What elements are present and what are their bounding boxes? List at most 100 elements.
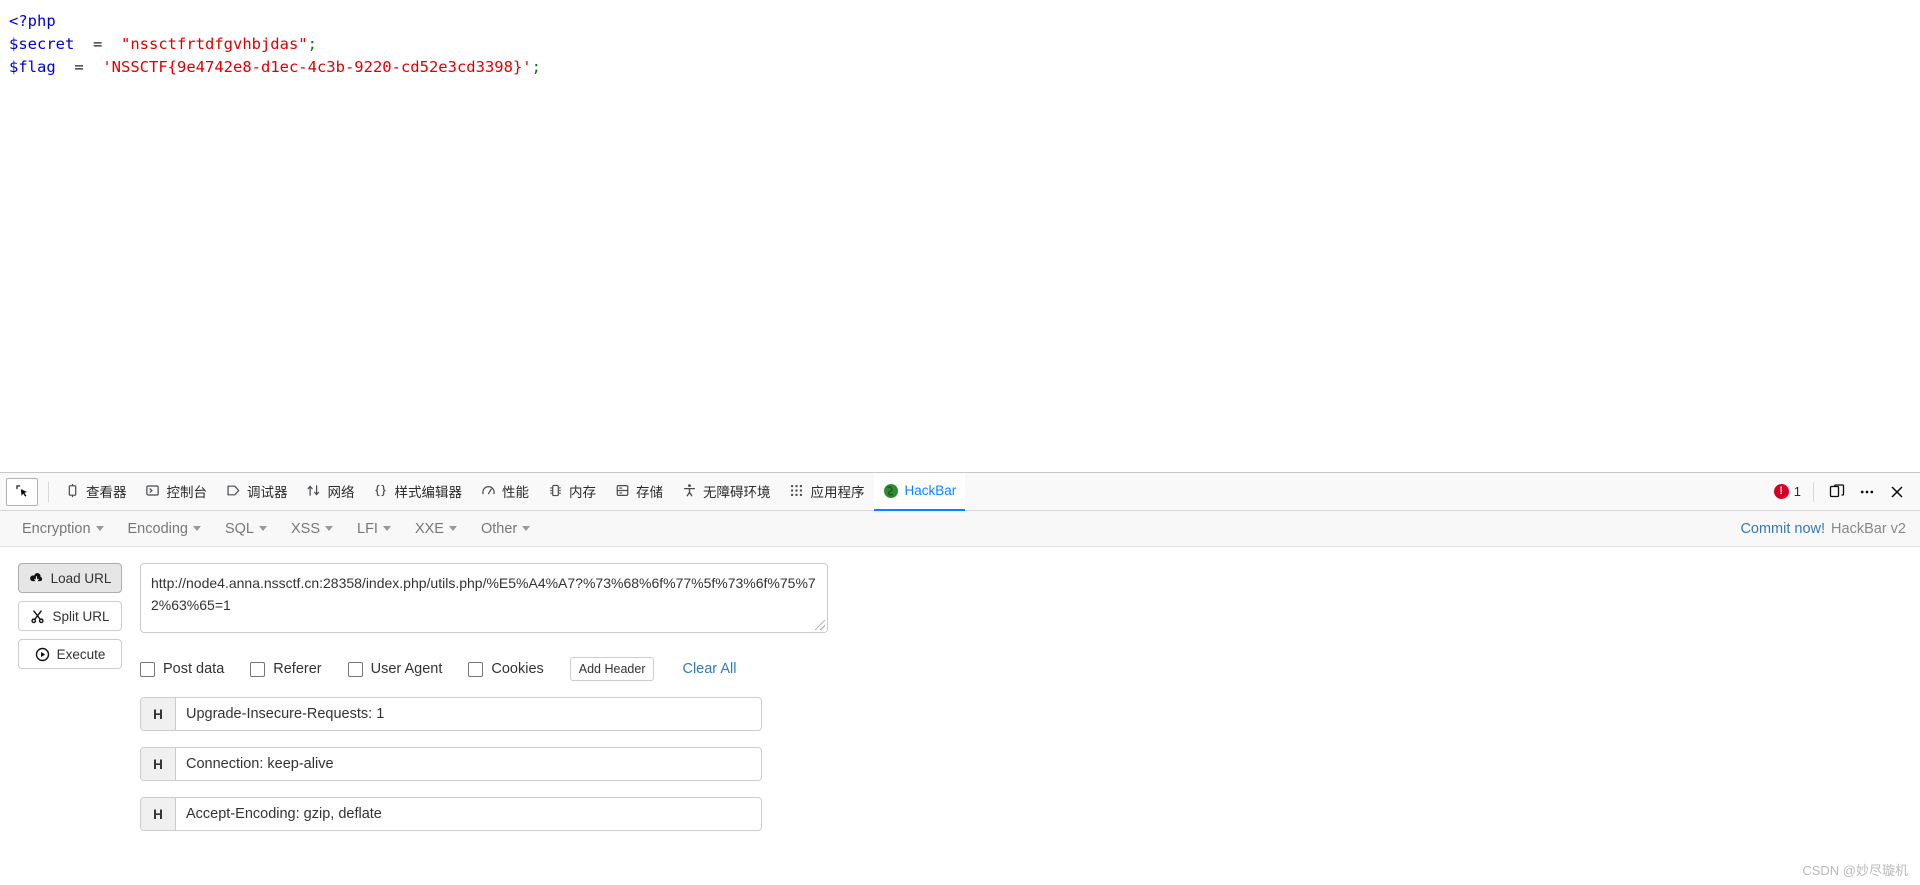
checkbox-box[interactable] [140,661,155,677]
chevron-down-icon [448,526,457,531]
memory-icon [547,483,563,499]
code-token: ; [531,58,541,76]
code-token: "nssctfrtdfgvhbjdas" [121,35,308,53]
checkbox-box[interactable] [468,661,484,677]
header-type-tag: H [141,798,176,830]
devtools-tab-style-editor[interactable]: 样式编辑器 [364,473,472,511]
devtools-tab-network[interactable]: 网络 [297,473,364,511]
chevron-down-icon [522,526,531,531]
header-value-input[interactable]: Upgrade-Insecure-Requests: 1 [176,698,761,730]
devtools-tab-debugger[interactable]: 调试器 [216,473,297,511]
code-line: $secret = "nssctfrtdfgvhbjdas"; [9,33,1920,56]
hackbar-panel: Encryption Encoding SQL XSS LFI XXE Other Comm… [0,511,1920,885]
error-count-badge[interactable]: ! 1 [1773,484,1801,499]
hackbar-brand: Commit now! HackBar v2 [1740,521,1906,537]
application-icon [789,483,805,499]
devtools-tab-accessibility[interactable]: 无障碍环境 [672,473,780,511]
code-token: $secret [9,35,75,53]
execute-label: Execute [56,646,106,662]
hackbar-action-buttons: Load URL Split URL Execute [18,563,122,847]
checkbox-cookies[interactable]: Cookies [468,661,544,677]
header-value-input[interactable]: Connection: keep-alive [176,748,761,780]
devtools-tab-hackbar[interactable]: HackBar [873,472,966,511]
watermark-text: CSDN @妙尽璇机 [1802,863,1908,878]
code-token: <?php [9,12,56,30]
add-header-button[interactable]: Add Header [569,657,655,681]
hackbar-menu-xss[interactable]: XSS [279,517,345,541]
more-options-icon[interactable] [1854,479,1880,505]
devtools-tab-label: 调试器 [247,484,288,500]
checkbox-user-agent[interactable]: User Agent [347,661,442,677]
header-row[interactable]: H Connection: keep-alive [140,747,762,781]
hackbar-menu-encryption[interactable]: Encryption [10,517,116,541]
toolbar-divider [48,481,49,502]
devtools-toolbar-right: ! 1 [1773,479,1914,505]
hackbar-version-label: HackBar v2 [1831,520,1906,537]
devtools-tab-label: 无障碍环境 [703,484,771,500]
hackbar-menu-sql[interactable]: SQL [213,517,279,541]
header-value-input[interactable]: Accept-Encoding: gzip, deflate [176,798,761,830]
header-type-tag: H [141,698,176,730]
hackbar-menu-encoding[interactable]: Encoding [116,517,213,541]
load-url-button[interactable]: Load URL [18,563,122,593]
network-icon [306,483,322,499]
code-token: $flag [9,58,56,76]
devtools-tab-label: 样式编辑器 [394,484,463,500]
devtools-tab-console[interactable]: 控制台 [136,473,217,511]
page-content-area: <?php $secret = "nssctfrtdfgvhbjdas"; $fla… [0,0,1920,472]
execute-button[interactable]: Execute [18,639,122,669]
scissors-icon [30,609,45,624]
devtools-tab-application[interactable]: 应用程序 [780,473,874,511]
checkbox-box[interactable] [347,661,363,677]
debugger-icon [225,483,241,499]
checkbox-box[interactable] [250,661,266,677]
clear-all-link[interactable]: Clear All [682,661,736,677]
close-icon[interactable] [1884,479,1910,505]
chevron-down-icon [382,526,391,531]
devtools-panel: 查看器 控制台 调试器 网络 样式编辑器 性能 内存 存储 无障碍环境 应用程序 HackBar !… [0,472,1920,885]
code-token: = [55,58,103,76]
console-icon [145,483,161,499]
hackbar-menu-label: SQL [224,520,254,537]
devtools-tab-list: 查看器 控制台 调试器 网络 样式编辑器 性能 内存 存储 无障碍环境 应用程序 HackBar [55,472,1774,511]
php-source-code: <?php $secret = "nssctfrtdfgvhbjdas"; $fla… [0,0,1920,79]
devtools-toolbar: 查看器 控制台 调试器 网络 样式编辑器 性能 内存 存储 无障碍环境 应用程序 HackBar !… [0,472,1920,511]
devtools-tab-storage[interactable]: 存储 [605,473,672,511]
header-row[interactable]: H Accept-Encoding: gzip, deflate [140,797,762,831]
devtools-tab-label: HackBar [904,483,957,498]
devtools-tab-label: 查看器 [86,484,127,500]
hackbar-options-row: Post data Referer User Agent Cookies Add He… [140,657,1920,681]
checkbox-referer[interactable]: Referer [250,661,322,677]
devtools-tab-performance[interactable]: 性能 [471,473,538,511]
error-circle-icon: ! [1773,484,1789,499]
storage-icon [614,483,630,499]
code-token: = [74,35,121,53]
code-token: 'NSSCTF{9e4742e8-d1ec-4c3b-9220-cd52e3cd… [102,58,532,76]
browser-window: <?php $secret = "nssctfrtdfgvhbjdas"; $fla… [0,0,1920,885]
chevron-down-icon [325,526,334,531]
split-url-button[interactable]: Split URL [18,601,122,631]
checkbox-label: Cookies [491,661,544,677]
header-list: H Upgrade-Insecure-Requests: 1 H Connection… [140,697,1920,831]
commit-now-link[interactable]: Commit now! [1740,521,1825,537]
hackbar-menu-label: LFI [357,520,378,537]
hackbar-menu-label: XXE [414,520,444,537]
devtools-tab-inspector[interactable]: 查看器 [55,473,136,511]
hackbar-menu-lfi[interactable]: LFI [345,517,403,541]
hackbar-menu-xxe[interactable]: XXE [403,517,469,541]
devtools-tab-label: 性能 [502,484,529,500]
url-input[interactable]: http://node4.anna.nssctf.cn:28358/index.… [140,563,828,633]
header-row[interactable]: H Upgrade-Insecure-Requests: 1 [140,697,762,731]
devtools-tab-memory[interactable]: 内存 [538,473,605,511]
split-url-label: Split URL [52,608,110,624]
devtools-tab-label: 内存 [569,484,596,500]
checkbox-label: Referer [273,661,322,677]
hackbar-menubar: Encryption Encoding SQL XSS LFI XXE Other Comm… [0,511,1920,547]
hackbar-menu-label: Other [480,520,518,537]
element-picker-icon[interactable] [6,477,38,506]
hackbar-menu-other[interactable]: Other [469,517,542,541]
checkbox-post-data[interactable]: Post data [140,661,224,677]
error-count-label: 1 [1793,484,1801,499]
devtools-tab-label: 控制台 [166,484,208,500]
dock-layout-icon[interactable] [1824,479,1850,505]
